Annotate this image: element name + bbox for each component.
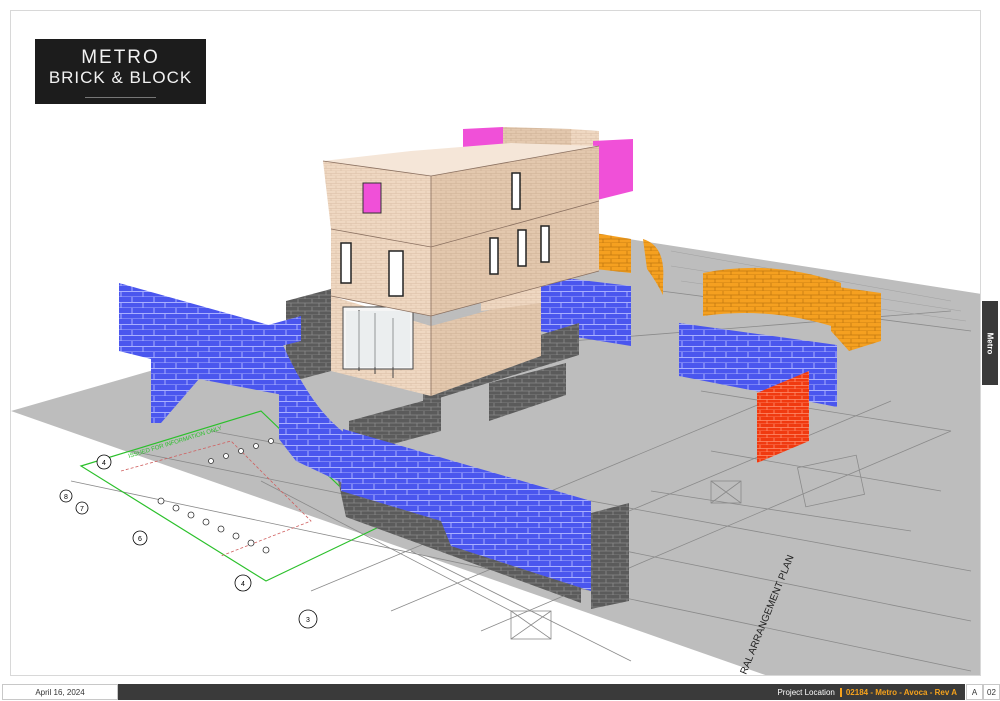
svg-text:4: 4	[102, 460, 106, 467]
revision-text: A	[971, 687, 978, 697]
footer-bar: April 16, 2024 Project Location 02184 - …	[0, 684, 1000, 700]
viewport-frame: ISSUED FOR INFORMATION ONLY 4 8 7 6 4 3	[10, 10, 981, 676]
logo-line-2: BRICK & BLOCK	[48, 68, 193, 87]
project-location-label: Project Location	[777, 687, 835, 697]
date-text: April 16, 2024	[35, 687, 85, 697]
company-logo: METRO BRICK & BLOCK	[35, 39, 206, 104]
project-code: 02184 - Metro - Avoca - Rev A	[845, 687, 957, 697]
page-number-box: 02	[983, 684, 1000, 700]
3d-model-view[interactable]: ISSUED FOR INFORMATION ONLY 4 8 7 6 4 3	[11, 11, 981, 676]
side-tab-label: Metro	[985, 332, 995, 354]
logo-line-1: METRO	[81, 47, 160, 68]
svg-text:7: 7	[80, 506, 84, 513]
project-separator	[839, 687, 842, 697]
svg-text:8: 8	[64, 494, 68, 501]
date-box: April 16, 2024	[2, 684, 118, 700]
svg-text:3: 3	[306, 617, 310, 624]
side-tab-metro[interactable]: Metro	[982, 301, 998, 385]
svg-text:4: 4	[241, 581, 245, 588]
logo-rule	[85, 97, 156, 98]
page-number: 02	[987, 687, 996, 697]
project-bar: Project Location 02184 - Metro - Avoca -…	[118, 684, 965, 700]
revision-box: A	[966, 684, 983, 700]
svg-text:6: 6	[138, 536, 142, 543]
